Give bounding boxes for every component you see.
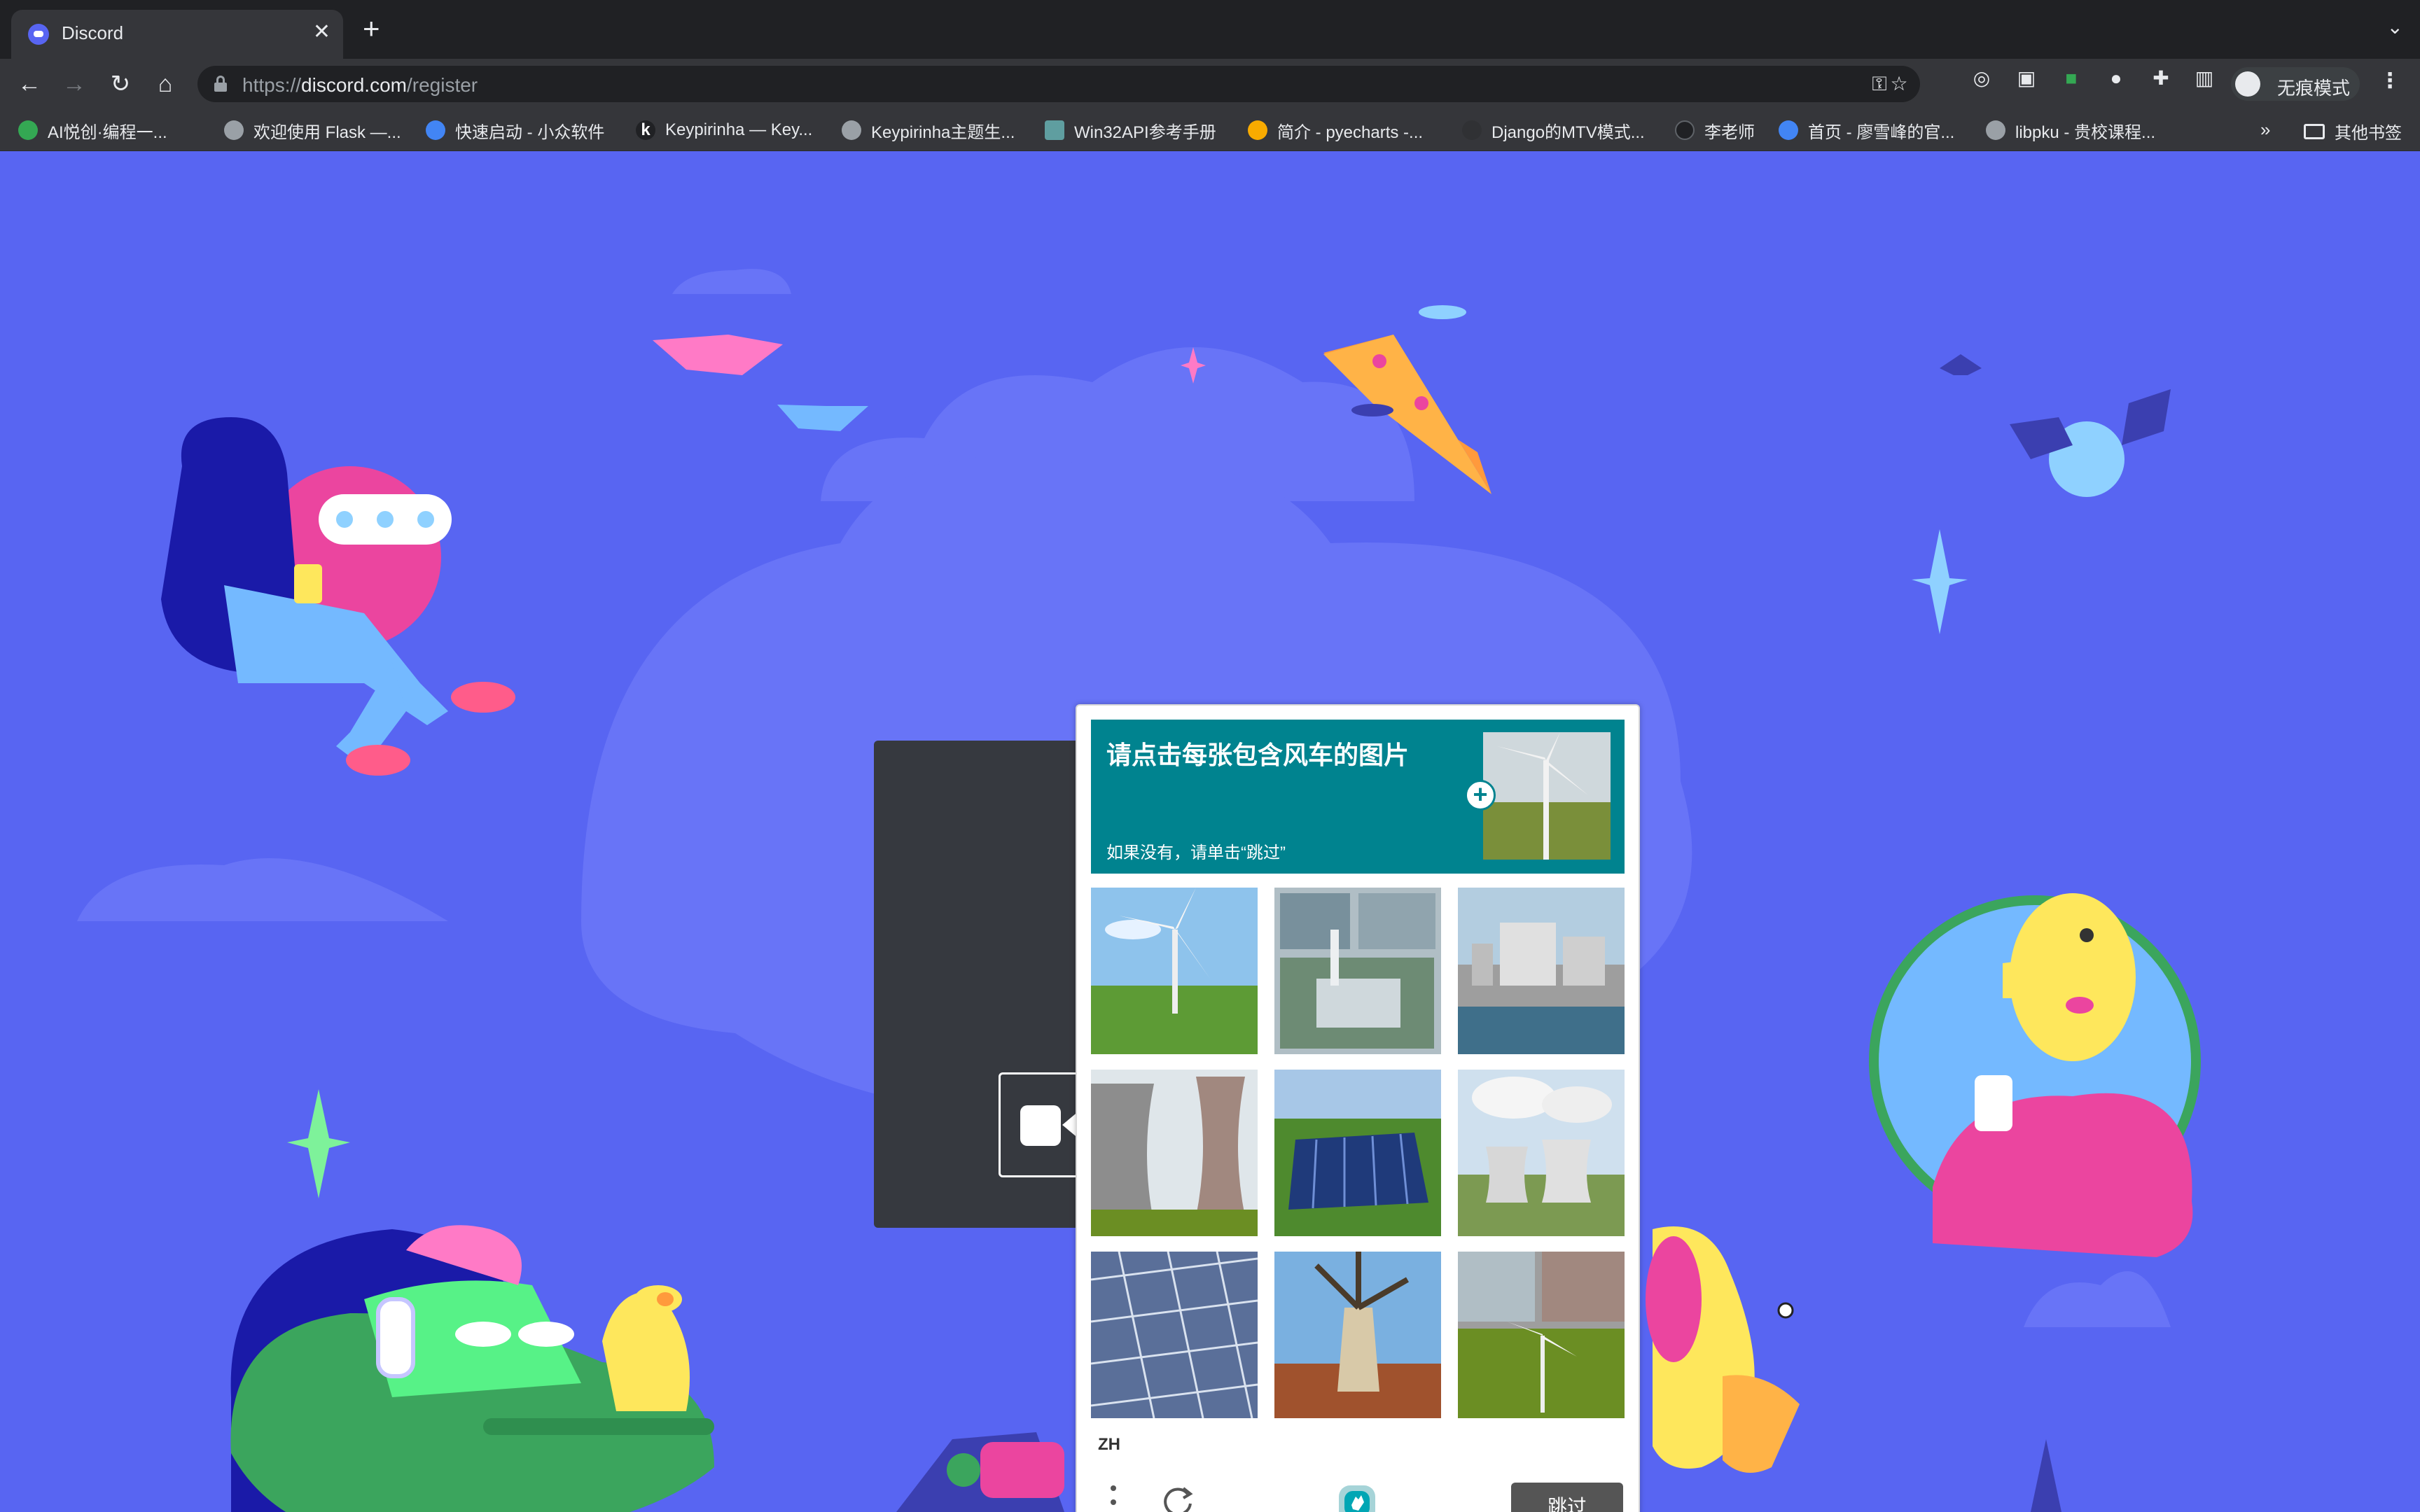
image-tile-solar-panels[interactable] — [1274, 1070, 1441, 1236]
image-tile-cooling-towers[interactable] — [1091, 1070, 1258, 1236]
tab-discord[interactable]: Discord ✕ — [11, 10, 343, 59]
forward-button[interactable]: → — [57, 67, 91, 101]
lock-icon[interactable] — [214, 76, 227, 92]
browser-menu-icon[interactable]: ⋮ — [2379, 69, 2400, 93]
more-options-icon[interactable] — [1109, 1485, 1116, 1512]
back-button[interactable]: ← — [13, 67, 46, 101]
image-tile-cooling-towers-smoke[interactable] — [1458, 1070, 1625, 1236]
bookmark-favicon-icon — [1462, 120, 1482, 140]
skip-button[interactable]: 跳过 — [1511, 1483, 1623, 1512]
droplet-icon — [426, 120, 445, 140]
incognito-indicator[interactable]: 无痕模式 — [2231, 67, 2360, 101]
image-tile-industrial-collage[interactable] — [1274, 888, 1441, 1054]
image-tile-wind-turbine[interactable] — [1091, 888, 1258, 1054]
bookmark-item[interactable]: 李老师 — [1675, 119, 1755, 142]
video-camera-icon — [1020, 1105, 1079, 1146]
bookmark-item[interactable]: libpku - 贵校课程... — [1986, 119, 2155, 142]
home-button[interactable]: ⌂ — [148, 67, 182, 101]
tab-close-icon[interactable]: ✕ — [313, 20, 331, 45]
language-selector[interactable]: ZH — [1098, 1435, 1120, 1455]
reload-button[interactable]: ↻ — [104, 67, 137, 101]
pyecharts-icon — [1248, 120, 1267, 140]
bookmark-item[interactable]: Django的MTV模式... — [1462, 119, 1645, 142]
image-tile-windmill[interactable] — [1274, 1252, 1441, 1418]
example-zoom-icon[interactable]: + — [1465, 780, 1496, 811]
globe-icon — [1986, 120, 2005, 140]
address-bar[interactable]: https://discord.com/register ⚿ ☆ — [197, 66, 1920, 102]
bookmarks-bar: AI悦创·编程一... 欢迎使用 Flask —... 快速启动 - 小众软件 … — [0, 109, 2420, 151]
extensions-puzzle-icon[interactable]: ✚ — [2148, 66, 2174, 91]
challenge-prompt: 请点击每张包含风车的图片 — [1106, 741, 1410, 769]
other-bookmarks-folder[interactable]: 其他书签 — [2304, 119, 2402, 144]
globe-icon — [842, 120, 861, 140]
bookmark-item[interactable]: 简介 - pyecharts -... — [1248, 119, 1423, 142]
folder-icon — [2304, 123, 2325, 139]
extension-camera-icon[interactable]: ▣ — [2014, 66, 2039, 91]
browser-tab-strip: Discord ✕ + ⌄ — [0, 0, 2420, 59]
extension-on-icon[interactable]: ■ — [2059, 66, 2084, 91]
bookmark-star-icon[interactable]: ☆ — [1886, 71, 1912, 97]
tab-title: Discord — [62, 22, 124, 43]
bookmark-favicon-icon — [18, 120, 38, 140]
challenge-prompt-header: 请点击每张包含风车的图片 如果没有，请单击“跳过” + — [1091, 720, 1625, 874]
incognito-icon — [2235, 71, 2260, 97]
discord-favicon-icon — [28, 24, 49, 45]
bookmark-item[interactable]: 快速启动 - 小众软件 — [426, 119, 604, 142]
new-tab-button[interactable]: + — [363, 14, 380, 43]
win32-icon — [1045, 120, 1064, 140]
example-image[interactable] — [1483, 732, 1611, 860]
bookmark-item[interactable]: Win32API参考手册 — [1045, 119, 1216, 142]
github-icon — [1675, 120, 1695, 140]
globe-icon — [224, 120, 244, 140]
challenge-subprompt: 如果没有，请单击“跳过” — [1106, 844, 1286, 862]
browser-toolbar: ← → ↻ ⌂ https://discord.com/register ⚿ ☆… — [0, 59, 2420, 109]
image-tile-wind-turbine-collage[interactable] — [1458, 1252, 1625, 1418]
refresh-icon[interactable] — [1160, 1483, 1196, 1512]
hcaptcha-challenge: 请点击每张包含风车的图片 如果没有，请单击“跳过” + ZH 跳过 — [1076, 704, 1640, 1512]
bookmarks-overflow-button[interactable]: » — [2260, 119, 2270, 141]
bookmark-item[interactable]: Keypirinha主题生... — [842, 119, 1015, 142]
side-panel-icon[interactable]: ▥ — [2192, 66, 2217, 91]
bookmark-item[interactable]: k Keypirinha — Key... — [636, 119, 812, 141]
rocket-icon — [1779, 120, 1798, 140]
bookmark-item[interactable]: 首页 - 廖雪峰的官... — [1779, 119, 1954, 142]
bookmark-item[interactable]: 欢迎使用 Flask —... — [224, 119, 401, 142]
incognito-label: 无痕模式 — [2277, 78, 2351, 99]
bookmark-item[interactable]: AI悦创·编程一... — [18, 119, 167, 142]
tab-search-chevron-icon[interactable]: ⌄ — [2387, 15, 2403, 38]
image-tile-solar-panel-closeup[interactable] — [1091, 1252, 1258, 1418]
keypirinha-k-icon: k — [636, 120, 655, 140]
extension-badge-icon[interactable]: ● — [2103, 66, 2129, 91]
url-text[interactable]: https://discord.com/register — [242, 74, 478, 97]
extension-glasses-icon[interactable]: ◎ — [1969, 66, 1994, 91]
hcaptcha-logo-icon[interactable] — [1335, 1481, 1379, 1512]
discord-register-page: 请点击每张包含风车的图片 如果没有，请单击“跳过” + ZH 跳过 — [0, 151, 2420, 1512]
image-tile-power-plant[interactable] — [1458, 888, 1625, 1054]
